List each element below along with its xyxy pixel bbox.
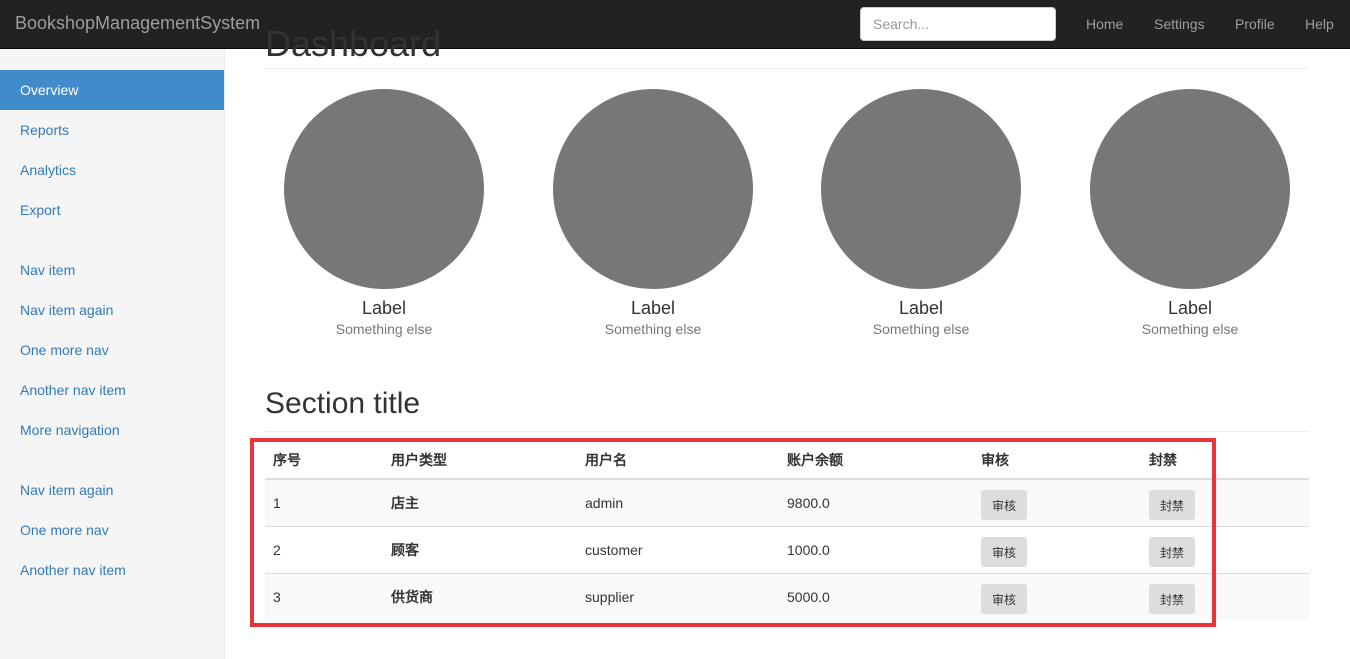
cell-ban: 封禁 bbox=[1141, 478, 1309, 526]
cell-user-type: 供货商 bbox=[383, 572, 577, 620]
main-content: Dashboard Label Something else Label Som… bbox=[225, 23, 1350, 659]
table-row: 1 店主 admin 9800.0 审核 封禁 bbox=[265, 478, 1309, 526]
placeholder-image bbox=[553, 89, 753, 289]
sidebar-item-reports[interactable]: Reports bbox=[0, 110, 224, 150]
cell-audit: 审核 bbox=[973, 478, 1141, 526]
placeholder-label: Label bbox=[898, 298, 944, 318]
placeholder-card: Label Something else bbox=[553, 89, 753, 339]
nav-home[interactable]: Home bbox=[1086, 16, 1123, 32]
search-input[interactable] bbox=[860, 7, 1056, 41]
sidebar-item-overview[interactable]: Overview bbox=[0, 70, 224, 110]
cell-username: admin bbox=[577, 478, 779, 526]
cell-username: customer bbox=[577, 525, 779, 573]
cell-ban: 封禁 bbox=[1141, 572, 1309, 620]
placeholder-subtext: Something else bbox=[335, 321, 433, 337]
placeholder-subtext: Something else bbox=[872, 321, 970, 337]
cell-balance: 9800.0 bbox=[779, 478, 973, 526]
placeholder-card: Label Something else bbox=[284, 89, 484, 339]
sidebar-item-nav-item-again-2[interactable]: Nav item again bbox=[0, 470, 224, 510]
cell-user-type: 店主 bbox=[383, 478, 577, 526]
page-title: Dashboard bbox=[265, 23, 442, 64]
sidebar-item-nav-item-again[interactable]: Nav item again bbox=[0, 290, 224, 330]
cell-id: 2 bbox=[265, 525, 383, 573]
column-header-ban: 封禁 bbox=[1141, 442, 1309, 480]
nav-help[interactable]: Help bbox=[1305, 16, 1334, 32]
placeholder-image bbox=[284, 89, 484, 289]
sidebar-item-one-more-nav[interactable]: One more nav bbox=[0, 330, 224, 370]
placeholder-card: Label Something else bbox=[821, 89, 1021, 339]
brand-title[interactable]: BookshopManagementSystem bbox=[15, 13, 260, 34]
sidebar-item-more-navigation[interactable]: More navigation bbox=[0, 410, 224, 450]
sidebar-item-analytics[interactable]: Analytics bbox=[0, 150, 224, 190]
placeholder-label: Label bbox=[1167, 298, 1213, 318]
column-header-user-type: 用户类型 bbox=[383, 442, 577, 480]
ban-button[interactable]: 封禁 bbox=[1149, 489, 1196, 520]
section-divider bbox=[265, 431, 1309, 432]
sidebar-item-another-nav-item[interactable]: Another nav item bbox=[0, 370, 224, 410]
ban-button[interactable]: 封禁 bbox=[1149, 536, 1196, 567]
cell-audit: 审核 bbox=[973, 572, 1141, 620]
placeholder-image bbox=[1090, 89, 1290, 289]
cell-balance: 5000.0 bbox=[779, 572, 973, 620]
table-row: 2 顾客 customer 1000.0 审核 封禁 bbox=[265, 525, 1309, 573]
nav-profile[interactable]: Profile bbox=[1235, 16, 1275, 32]
placeholder-subtext: Something else bbox=[1141, 321, 1239, 337]
audit-button[interactable]: 审核 bbox=[981, 536, 1028, 567]
cell-user-type: 顾客 bbox=[383, 525, 577, 573]
ban-button[interactable]: 封禁 bbox=[1149, 583, 1196, 614]
column-header-audit: 审核 bbox=[973, 442, 1141, 480]
sidebar: Overview Reports Analytics Export Nav it… bbox=[0, 49, 225, 659]
header-divider bbox=[265, 68, 1309, 69]
table-row: 3 供货商 supplier 5000.0 审核 封禁 bbox=[265, 572, 1309, 620]
placeholder-label: Label bbox=[630, 298, 676, 318]
sidebar-item-another-nav-item-2[interactable]: Another nav item bbox=[0, 550, 224, 590]
audit-button[interactable]: 审核 bbox=[981, 583, 1028, 614]
cell-audit: 审核 bbox=[973, 525, 1141, 573]
placeholder-image bbox=[821, 89, 1021, 289]
cell-ban: 封禁 bbox=[1141, 525, 1309, 573]
top-navbar: BookshopManagementSystem Home Settings P… bbox=[0, 0, 1350, 49]
section-title: Section title bbox=[265, 387, 421, 420]
placeholder-card: Label Something else bbox=[1090, 89, 1290, 339]
sidebar-item-one-more-nav-2[interactable]: One more nav bbox=[0, 510, 224, 550]
placeholder-label: Label bbox=[361, 298, 407, 318]
cell-id: 1 bbox=[265, 478, 383, 526]
audit-button[interactable]: 审核 bbox=[981, 489, 1028, 520]
sidebar-item-export[interactable]: Export bbox=[0, 190, 224, 230]
cell-username: supplier bbox=[577, 572, 779, 620]
users-table: 序号 用户类型 用户名 账户余额 审核 封禁 1 店主 admin 9800.0… bbox=[265, 442, 1309, 620]
cell-balance: 1000.0 bbox=[779, 525, 973, 573]
column-header-username: 用户名 bbox=[577, 442, 779, 480]
column-header-balance: 账户余额 bbox=[779, 442, 973, 480]
sidebar-item-nav-item[interactable]: Nav item bbox=[0, 250, 224, 290]
nav-settings[interactable]: Settings bbox=[1154, 16, 1205, 32]
placeholder-subtext: Something else bbox=[604, 321, 702, 337]
cell-id: 3 bbox=[265, 572, 383, 620]
column-header-id: 序号 bbox=[265, 442, 383, 480]
table-header-row: 序号 用户类型 用户名 账户余额 审核 封禁 bbox=[265, 442, 1309, 480]
